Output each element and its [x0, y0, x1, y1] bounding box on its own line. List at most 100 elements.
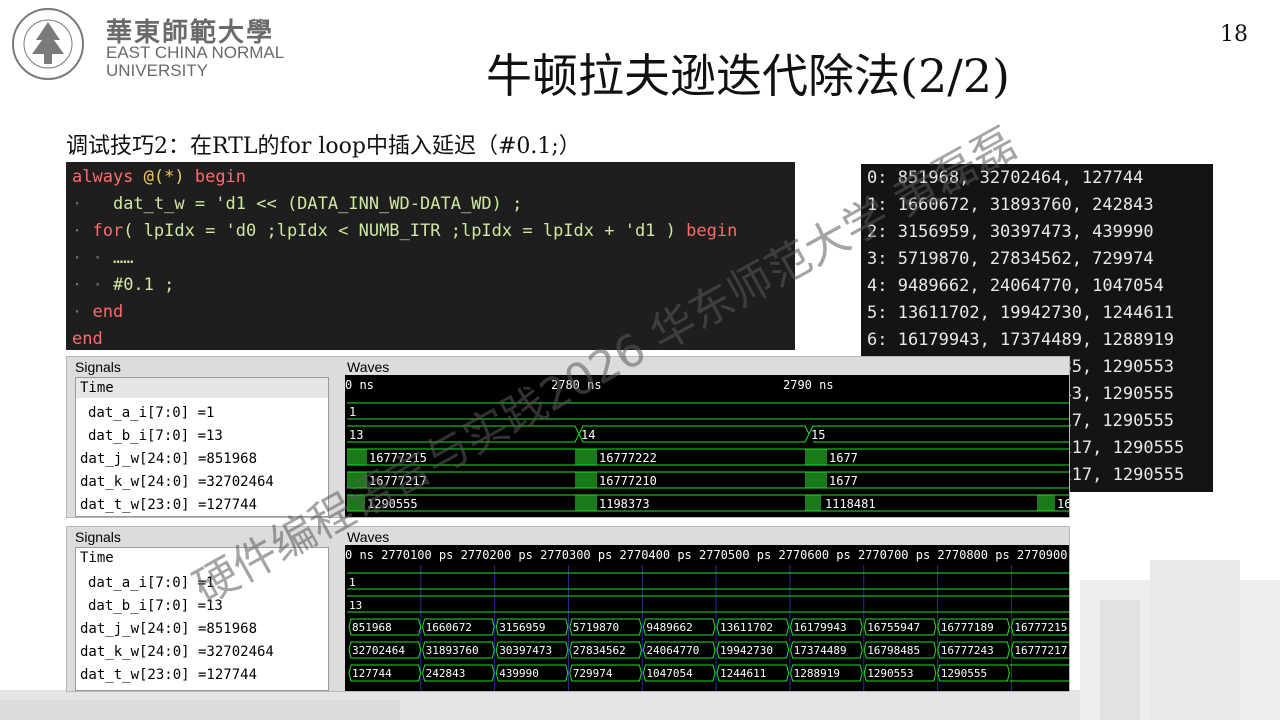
- ruler-tick-label: 2790 ns: [783, 378, 834, 392]
- trace-value: 851968: [352, 621, 392, 634]
- trace-value: 16755947: [867, 621, 920, 634]
- code-snippet-panel: always @(*) begin · dat_t_w = 'd1 << (DA…: [66, 162, 795, 350]
- trace-value: 16179943: [794, 621, 847, 634]
- trace-value: 13611702: [720, 621, 773, 634]
- code-keyword: end: [92, 302, 124, 322]
- signals-list[interactable]: Time dat_a_i[7:0] =1 dat_b_i[7:0] =13 da…: [75, 547, 329, 691]
- ruler-tick-label: 0 ns: [345, 378, 374, 392]
- console-row: 4: 9489662, 24064770, 1047054: [867, 276, 1164, 296]
- signal-row-dat-b[interactable]: dat_b_i[7:0] =13: [88, 595, 223, 617]
- signals-pane-label: Signals: [75, 529, 121, 545]
- trace-value: 439990: [499, 667, 539, 680]
- code-text: #0.1 ;: [112, 275, 175, 295]
- trace-value: 1: [349, 405, 356, 419]
- trace-value: 30397473: [499, 644, 552, 657]
- trace-value: 16777217: [1014, 644, 1067, 657]
- time-row-label: Time: [76, 548, 328, 568]
- signal-row-dat-t[interactable]: dat_t_w[23:0] =127744: [80, 494, 257, 516]
- signal-row-dat-j[interactable]: dat_j_w[24:0] =851968: [80, 618, 257, 640]
- signals-list[interactable]: Time dat_a_i[7:0] =1 dat_b_i[7:0] =13 da…: [75, 377, 329, 517]
- trace-dat-t: 127744 242843 439990 729974 1047054 1244611 12…: [348, 664, 1069, 682]
- trace-value: 729974: [573, 667, 613, 680]
- waveform-traces: 1 13 14 15 16777215 16777222 1677 167772…: [347, 402, 1070, 512]
- trace-dat-b: 13 14 15: [347, 425, 1069, 443]
- trace-value: 16777243: [941, 644, 994, 657]
- trace-dat-b: 13: [347, 595, 1069, 613]
- signals-pane-label: Signals: [75, 359, 121, 375]
- code-text: dat_t_w = 'd1 << (DATA_INN_WD-DATA_WD) ;: [112, 194, 523, 214]
- code-text: ( lpIdx = 'd0 ;lpIdx < NUMB_ITR ;lpIdx =…: [123, 221, 687, 241]
- code-keyword: end: [72, 329, 103, 349]
- trace-value: 1288919: [794, 667, 840, 680]
- trace-value: 16798485: [867, 644, 920, 657]
- trace-value: 16: [1057, 497, 1070, 511]
- ruler-tick-labels: 0 ns 2770100 ps 2770200 ps 2770300 ps 27…: [345, 548, 1070, 562]
- logo-english-name-line1: EAST CHINA NORMAL: [106, 43, 285, 62]
- signal-row-dat-t[interactable]: dat_t_w[23:0] =127744: [80, 664, 257, 686]
- trace-value: 5719870: [573, 621, 619, 634]
- trace-value: 16777222: [599, 451, 657, 465]
- trace-value: 13: [349, 428, 363, 442]
- trace-value: 1: [349, 576, 356, 589]
- waves-area[interactable]: 0 ns 2780 ns 2790 ns 1 13 14 15 16777215…: [345, 375, 1070, 517]
- trace-value: 1244611: [720, 667, 766, 680]
- trace-value: 1677: [829, 474, 858, 488]
- trace-value: 16777189: [941, 621, 994, 634]
- code-line-6: · end: [72, 302, 124, 322]
- waveform-viewer-2: Signals Waves Time dat_a_i[7:0] =1 dat_b…: [66, 526, 1070, 692]
- trace-dat-k: 32702464 31893760 30397473 27834562 24064770…: [348, 641, 1069, 659]
- trace-value: 242843: [426, 667, 466, 680]
- time-ruler: 0 ns 2770100 ps 2770200 ps 2770300 ps 27…: [345, 545, 1070, 565]
- trace-value: 1660672: [426, 621, 472, 634]
- signal-row-dat-a[interactable]: dat_a_i[7:0] =1: [88, 572, 214, 594]
- waves-pane-label: Waves: [347, 359, 390, 375]
- trace-dat-j: 16777215 16777222 1677: [347, 448, 1069, 466]
- page-number: 18: [1220, 22, 1248, 47]
- trace-value: 14: [581, 428, 595, 442]
- trace-value: 32702464: [352, 644, 405, 657]
- signal-row-dat-k[interactable]: dat_k_w[24:0] =32702464: [80, 641, 274, 663]
- time-ruler: 0 ns 2780 ns 2790 ns: [345, 375, 1069, 395]
- trace-dat-a: 1: [347, 572, 1069, 590]
- console-row: 3: 5719870, 27834562, 729974: [867, 249, 1154, 269]
- signal-row-dat-b[interactable]: dat_b_i[7:0] =13: [88, 425, 223, 447]
- waves-area[interactable]: 0 ns 2770100 ps 2770200 ps 2770300 ps 27…: [345, 545, 1070, 691]
- waveform-viewer-1: Signals Waves Time dat_a_i[7:0] =1 dat_b…: [66, 356, 1070, 518]
- trace-dat-k: 16777217 16777210 1677: [347, 471, 1069, 489]
- waveform-traces: 1 13 851968 1660672 3156959 5719870 9489662 1…: [347, 565, 1069, 691]
- trace-value: 17374489: [794, 644, 847, 657]
- code-line-7: end: [72, 326, 103, 350]
- code-line-4: · · ……: [72, 248, 134, 268]
- trace-value: 1290555: [941, 667, 987, 680]
- trace-value: 15: [811, 428, 825, 442]
- trace-value: 16777210: [599, 474, 657, 488]
- trace-value: 3156959: [499, 621, 545, 634]
- trace-dat-t: 1290555 1198373 1118481 16: [347, 494, 1070, 512]
- time-row-label: Time: [76, 378, 328, 398]
- university-seal-icon: [12, 8, 84, 80]
- slide-subtitle: 调试技巧2：在RTL的for loop中插入延迟（#0.1;）: [66, 134, 581, 159]
- trace-value: 31893760: [426, 644, 479, 657]
- logo-english-name-line2: UNIVERSITY: [106, 61, 209, 80]
- trace-value: 1047054: [646, 667, 693, 680]
- trace-value: 24064770: [646, 644, 699, 657]
- trace-value: 16777215: [369, 451, 427, 465]
- ruler-tick-label: 2780 ns: [551, 378, 602, 392]
- trace-value: 1290553: [867, 667, 913, 680]
- trace-value: 1677: [829, 451, 858, 465]
- trace-value: 1198373: [599, 497, 650, 511]
- signal-row-dat-a[interactable]: dat_a_i[7:0] =1: [88, 402, 214, 424]
- code-text: @(*): [133, 167, 195, 187]
- code-line-1: always @(*) begin: [72, 164, 246, 190]
- trace-value: 19942730: [720, 644, 773, 657]
- console-row: 6: 16179943, 17374489, 1288919: [867, 330, 1175, 350]
- signal-row-dat-k[interactable]: dat_k_w[24:0] =32702464: [80, 471, 274, 493]
- slide-title: 牛顿拉夫逊迭代除法(2/2): [486, 49, 1010, 103]
- code-text: ……: [112, 248, 134, 268]
- console-row: 5: 13611702, 19942730, 1244611: [867, 303, 1175, 323]
- trace-value: 27834562: [573, 644, 626, 657]
- signal-row-dat-j[interactable]: dat_j_w[24:0] =851968: [80, 448, 257, 470]
- console-row: 0: 851968, 32702464, 127744: [867, 168, 1144, 188]
- console-row: 1: 1660672, 31893760, 242843: [867, 195, 1154, 215]
- trace-value: 127744: [352, 667, 392, 680]
